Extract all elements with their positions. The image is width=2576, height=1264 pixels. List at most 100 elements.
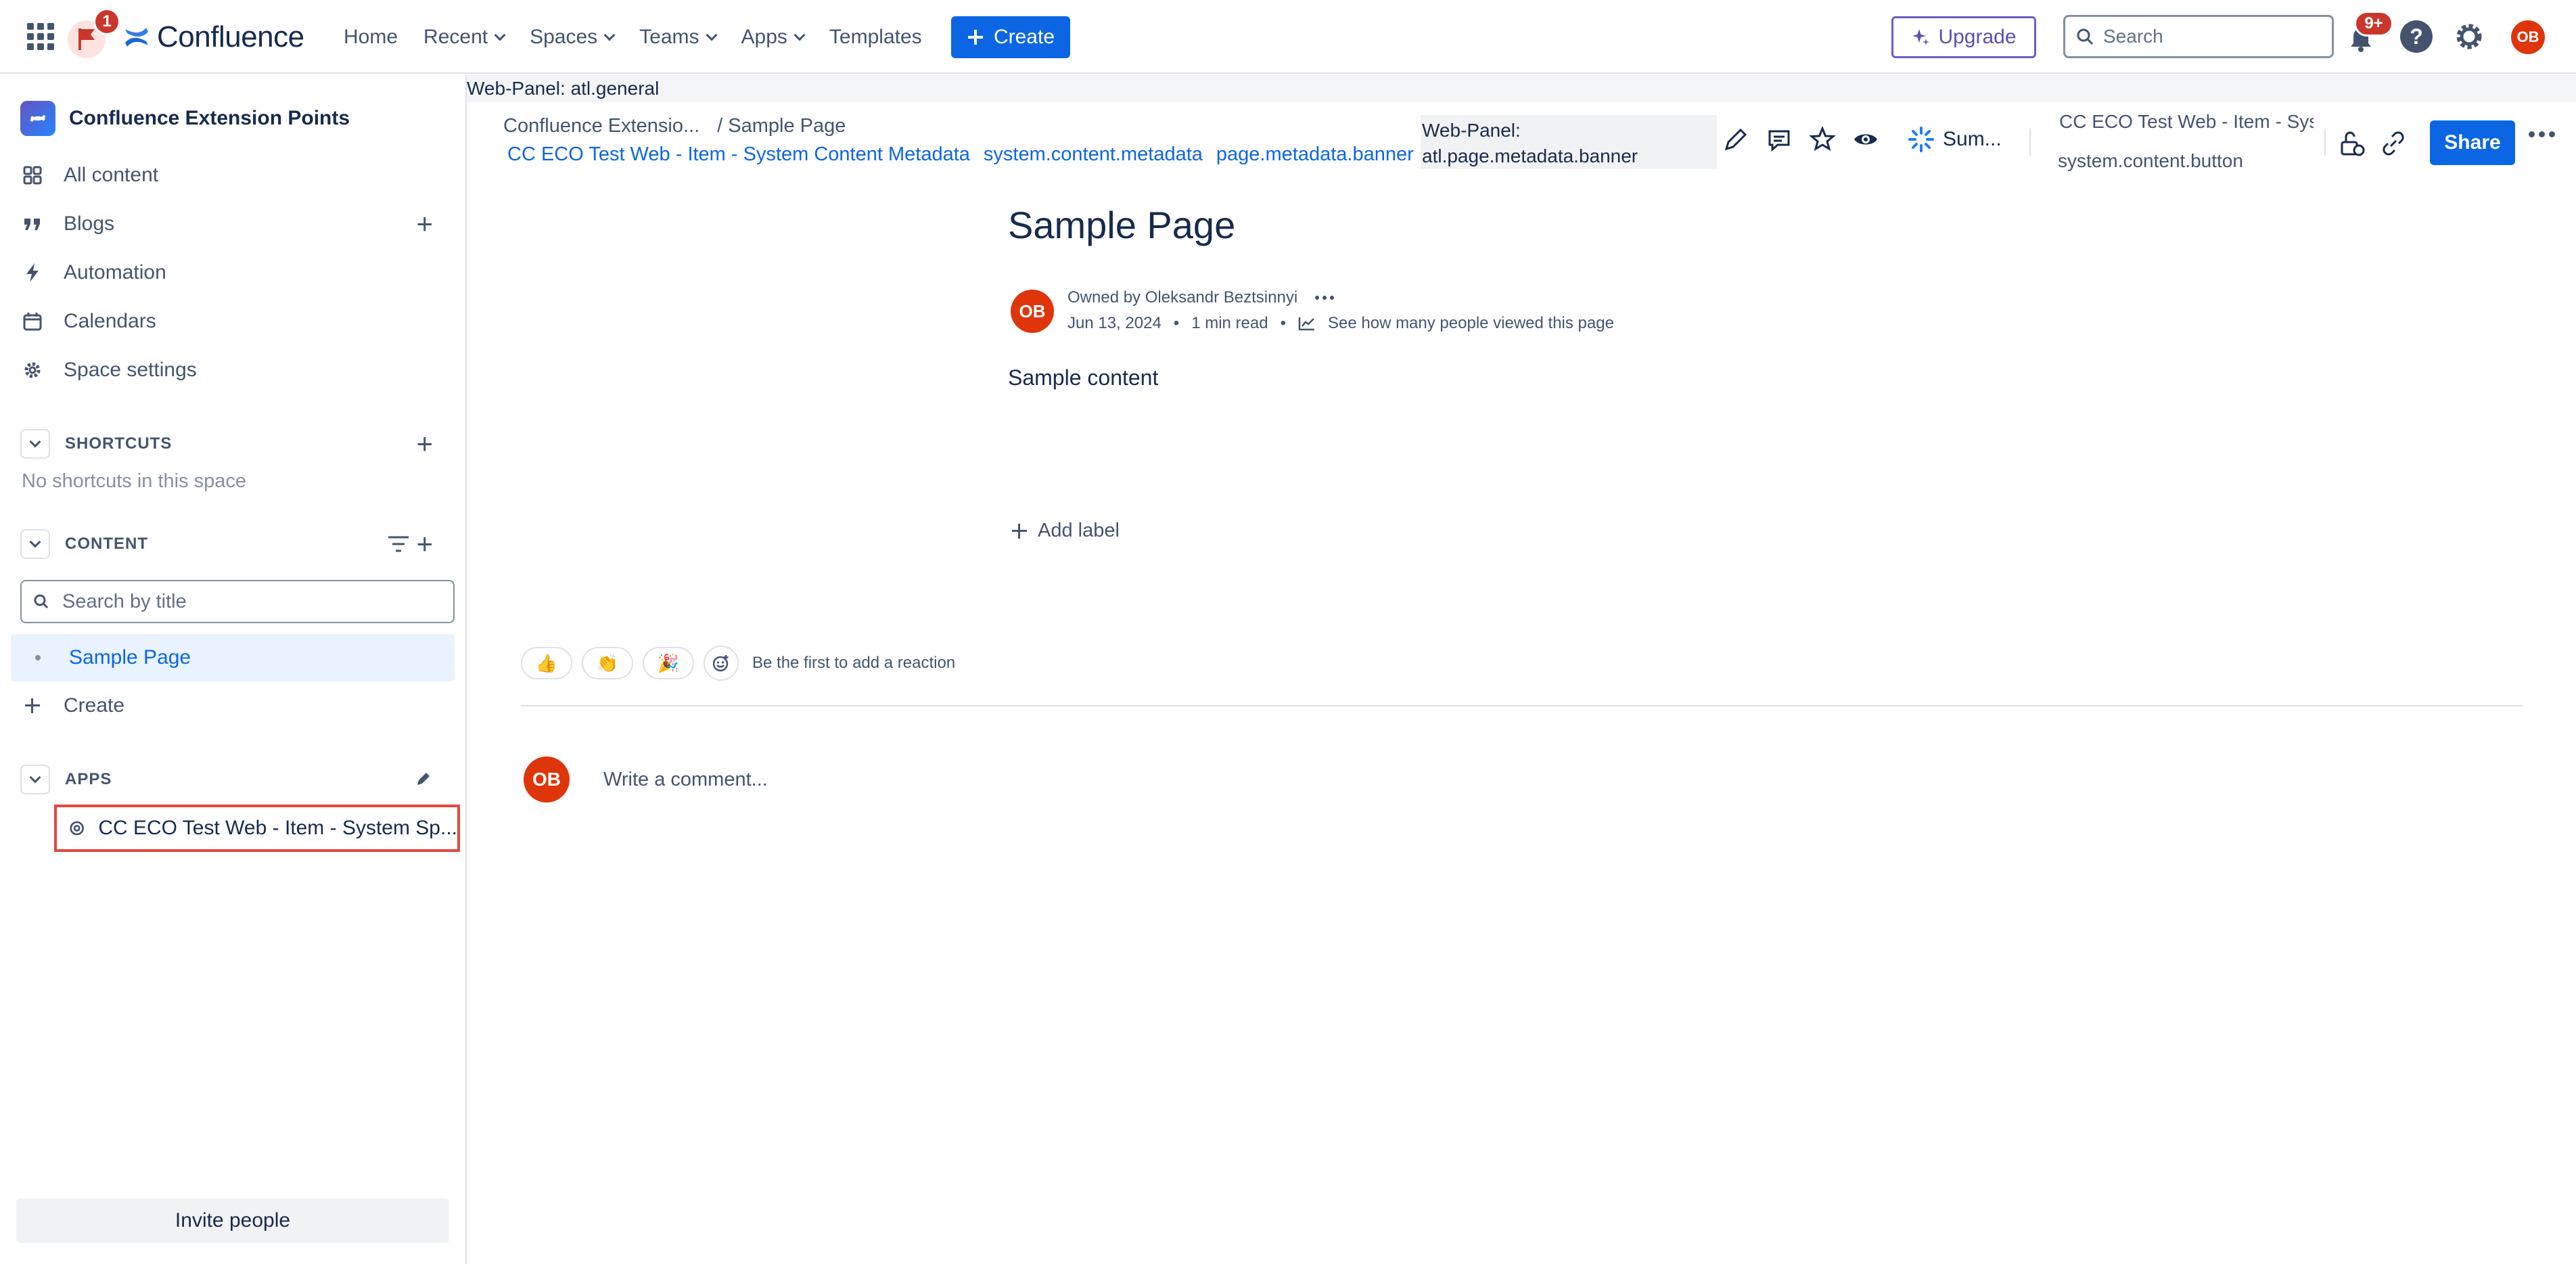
search-icon [34, 594, 49, 609]
nav-apps[interactable]: Apps [741, 26, 806, 49]
lightning-icon [20, 261, 45, 285]
sidebar-app-cc-eco-item[interactable]: CC ECO Test Web - Item - System Sp... [54, 805, 460, 852]
nav-spaces[interactable]: Spaces [530, 26, 616, 49]
breadcrumb-space[interactable]: Confluence Extensio... [503, 115, 699, 137]
page-body: Sample content [1008, 365, 1159, 390]
toolbar-divider [2324, 129, 2326, 156]
page-views-link[interactable]: See how many people viewed this page [1328, 314, 1614, 333]
page-date: Jun 13, 2024 [1067, 314, 1162, 332]
comment-icon[interactable] [1766, 126, 1793, 153]
plus-icon [20, 694, 45, 718]
watch-eye-icon[interactable] [1852, 126, 1879, 153]
star-icon[interactable] [1809, 126, 1836, 153]
page-bullet [35, 655, 41, 660]
comments-divider [521, 705, 2523, 706]
reaction-party[interactable]: 🎉 [643, 647, 694, 679]
web-panel-page-metadata-banner: Web-Panel: atl.page.metadata.banner [1421, 115, 1717, 169]
notifications-button[interactable]: 9+ [2345, 11, 2393, 55]
collapse-apps-button[interactable] [20, 765, 50, 794]
add-blog-button[interactable]: + [416, 210, 433, 238]
collapse-shortcuts-button[interactable] [20, 429, 50, 459]
nav-home[interactable]: Home [344, 26, 398, 49]
help-icon[interactable]: ? [2400, 20, 2433, 53]
collapse-content-button[interactable] [20, 529, 50, 559]
unlock-icon[interactable] [2337, 129, 2366, 158]
invite-people-button[interactable]: Invite people [16, 1198, 449, 1243]
sidebar-item-calendars[interactable]: Calendars [20, 301, 453, 342]
notifications-count-badge: 9+ [2354, 11, 2393, 37]
nav-teams[interactable]: Teams [639, 26, 718, 49]
metadata-item-link[interactable]: CC ECO Test Web - Item - System Content … [507, 143, 970, 166]
read-time: 1 min read [1191, 314, 1268, 332]
copy-link-icon[interactable] [2378, 129, 2408, 158]
search-icon [2077, 28, 2094, 45]
loading-spinner-icon [1908, 127, 1934, 152]
global-search-input[interactable]: Search [2063, 15, 2334, 58]
add-shortcut-button[interactable]: + [416, 430, 433, 458]
reaction-thumbs-up[interactable]: 👍 [521, 647, 572, 679]
web-item-cc-eco[interactable]: CC ECO Test Web - Item - System [2059, 111, 2314, 133]
pencil-icon[interactable] [415, 771, 432, 787]
chevron-down-icon [794, 29, 806, 41]
add-reaction-icon[interactable] [704, 646, 739, 681]
sidebar-item-blogs[interactable]: Blogs + [20, 204, 453, 244]
content-metadata-banner: CC ECO Test Web - Item - System Content … [507, 143, 1414, 166]
metadata-item-location[interactable]: page.metadata.banner [1216, 143, 1414, 166]
breadcrumb-page[interactable]: / Sample Page [717, 115, 846, 137]
byline-more-icon[interactable] [1315, 296, 1335, 300]
filter-icon[interactable] [387, 535, 410, 553]
shortcuts-empty-text: No shortcuts in this space [22, 470, 247, 492]
analytics-chart-icon [1298, 317, 1314, 331]
confluence-logo[interactable]: Confluence [123, 19, 304, 55]
reaction-prompt: Be the first to add a reaction [752, 654, 956, 672]
summarize-button[interactable]: Sum... [1908, 126, 2002, 153]
user-avatar[interactable]: OB [2511, 20, 2545, 54]
confluence-logo-icon [125, 28, 148, 47]
metadata-item-key[interactable]: system.content.metadata [984, 143, 1203, 166]
search-by-title-input[interactable]: Search by title [20, 580, 455, 623]
chevron-down-icon [603, 29, 616, 41]
page-title: Sample Page [1008, 204, 1236, 246]
web-panel-atl-general: Web-Panel: atl.general [467, 75, 2576, 102]
app-switcher-icon[interactable] [27, 23, 54, 50]
write-comment-input[interactable]: Write a comment... [603, 769, 768, 791]
product-name: Confluence [157, 20, 304, 53]
page-meta-line: Jun 13, 2024 • 1 min read • See how many… [1067, 314, 1614, 333]
space-sidebar: Confluence Extension Points All content … [0, 75, 467, 1264]
owner-avatar[interactable]: OB [1011, 290, 1054, 333]
system-content-button-label[interactable]: system.content.button [2058, 150, 2243, 172]
chevron-down-icon [29, 436, 41, 448]
chevron-down-icon [29, 536, 41, 548]
toolbar-divider [2029, 129, 2031, 156]
sidebar-item-space-settings[interactable]: Space settings [20, 350, 453, 390]
breadcrumb: Confluence Extensio... / Sample Page [503, 115, 846, 137]
notification-flag-button[interactable]: 1 [68, 8, 120, 58]
edit-pencil-icon[interactable] [1722, 126, 1749, 153]
add-content-button[interactable]: + [416, 530, 433, 558]
reaction-clap[interactable]: 👏 [582, 647, 633, 679]
sidebar-item-automation[interactable]: Automation [20, 252, 453, 293]
sidebar-page-sample-page[interactable]: Sample Page [11, 634, 455, 681]
add-label-button[interactable]: Add label [1011, 520, 1120, 542]
nav-recent[interactable]: Recent [423, 26, 506, 49]
chevron-down-icon [494, 29, 506, 41]
create-button[interactable]: Create [951, 16, 1070, 58]
primary-nav: Home Recent Spaces Teams Apps Templates [344, 20, 922, 54]
nav-templates[interactable]: Templates [829, 26, 922, 49]
space-avatar-icon [20, 101, 55, 136]
plus-icon [967, 30, 983, 45]
calendar-icon [20, 309, 45, 334]
sidebar-item-all-content[interactable]: All content [20, 155, 453, 196]
shortcuts-section-header: SHORTCUTS + [20, 427, 453, 461]
flag-count-badge: 1 [93, 8, 120, 35]
plus-icon [1012, 523, 1027, 539]
space-header[interactable]: Confluence Extension Points [20, 101, 350, 136]
app-target-icon [70, 821, 84, 836]
more-actions-icon[interactable] [2529, 131, 2555, 137]
owned-by-text[interactable]: Owned by Oleksandr Beztsinnyi [1067, 288, 1297, 307]
chevron-down-icon [29, 771, 41, 784]
upgrade-button[interactable]: Upgrade [1891, 16, 2036, 58]
sidebar-create-button[interactable]: Create [20, 685, 453, 726]
share-button[interactable]: Share [2430, 120, 2515, 165]
gear-icon[interactable] [2452, 19, 2487, 54]
